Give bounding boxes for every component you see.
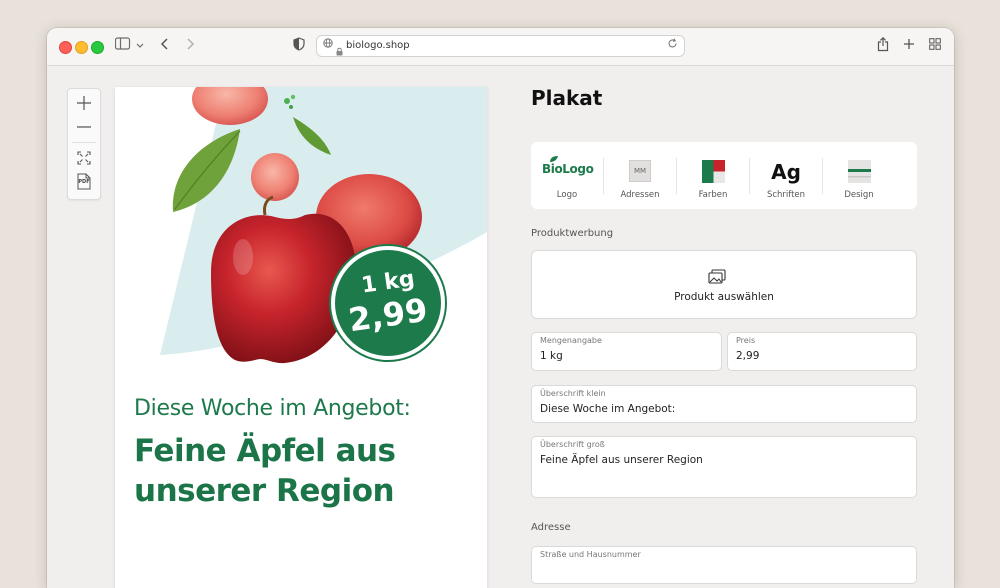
pdf-export-icon[interactable]: PDF bbox=[68, 173, 100, 194]
quantity-value: 1 kg bbox=[540, 350, 563, 362]
poster-artwork bbox=[160, 87, 487, 364]
zoom-toolbar: PDF bbox=[67, 88, 101, 200]
headline-big-label: Überschrift groß bbox=[540, 440, 605, 449]
pdf-label: PDF bbox=[78, 179, 90, 185]
asset-design[interactable]: Design bbox=[823, 142, 895, 209]
address-section-label: Adresse bbox=[531, 522, 571, 533]
back-button[interactable] bbox=[160, 37, 170, 56]
price-field[interactable]: Preis 2,99 bbox=[727, 332, 917, 371]
price-label: Preis bbox=[736, 336, 756, 345]
zoom-in-button[interactable] bbox=[68, 95, 100, 115]
fit-to-screen-icon[interactable] bbox=[68, 150, 100, 169]
browser-window: biologo.shop PDF 1 kg 2,99 Diese Woche i… bbox=[47, 28, 954, 588]
quantity-field[interactable]: Mengenangabe 1 kg bbox=[531, 332, 722, 371]
new-tab-icon[interactable] bbox=[903, 37, 915, 55]
sidebar-toggle-icon[interactable] bbox=[114, 37, 131, 56]
apple-small bbox=[251, 153, 299, 201]
images-icon bbox=[708, 269, 726, 284]
street-label: Straße und Hausnummer bbox=[540, 550, 641, 559]
minimize-window-button[interactable] bbox=[75, 41, 88, 54]
zoom-out-button[interactable] bbox=[68, 119, 100, 139]
headline-small-field[interactable]: Überschrift klein Diese Woche im Angebot… bbox=[531, 385, 917, 423]
browser-toolbar: biologo.shop bbox=[47, 28, 954, 66]
asset-schriften-label: Schriften bbox=[766, 190, 806, 200]
headline-big-field[interactable]: Überschrift groß Feine Äpfel aus unserer… bbox=[531, 436, 917, 498]
biologo-logo: BioLogo bbox=[542, 162, 594, 176]
design-template-icon bbox=[848, 160, 871, 183]
quantity-label: Mengenangabe bbox=[540, 336, 602, 345]
asset-schriften[interactable]: Ag Schriften bbox=[750, 142, 822, 209]
asset-farben-label: Farben bbox=[698, 190, 728, 200]
price-value: 2,99 bbox=[736, 350, 760, 362]
panel-title: Plakat bbox=[531, 86, 603, 110]
select-product-button[interactable]: Produkt auswählen bbox=[531, 250, 917, 319]
privacy-shield-icon[interactable] bbox=[293, 37, 305, 56]
asset-farben[interactable]: Farben bbox=[677, 142, 749, 209]
poster-preview: 1 kg 2,99 Diese Woche im Angebot: Feine … bbox=[115, 87, 487, 588]
fullscreen-window-button[interactable] bbox=[91, 41, 104, 54]
forward-button[interactable] bbox=[185, 37, 195, 56]
logo-leaf-icon bbox=[550, 156, 558, 162]
reload-icon[interactable] bbox=[667, 38, 678, 52]
font-sample-glyph: Ag bbox=[771, 160, 801, 184]
headline-small-value: Diese Woche im Angebot: bbox=[540, 403, 676, 415]
headline-big-value: Feine Äpfel aus unserer Region bbox=[540, 454, 703, 466]
poster-headline-small: Diese Woche im Angebot: bbox=[134, 396, 411, 421]
poster-headline-line1: Feine Äpfel aus bbox=[134, 433, 396, 469]
zoom-divider bbox=[72, 142, 96, 143]
url-text: biologo.shop bbox=[346, 40, 410, 51]
globe-icon bbox=[323, 38, 333, 51]
poster-headline-line2: unserer Region bbox=[134, 473, 395, 509]
product-section-label: Produktwerbung bbox=[531, 228, 614, 239]
share-icon[interactable] bbox=[877, 36, 889, 57]
close-window-button[interactable] bbox=[59, 41, 72, 54]
lock-icon bbox=[336, 41, 343, 60]
chevron-down-icon[interactable] bbox=[136, 39, 144, 57]
asset-logo-label: Logo bbox=[556, 190, 578, 200]
price-badge: 1 kg 2,99 bbox=[331, 246, 445, 360]
tab-overview-icon[interactable] bbox=[929, 37, 941, 55]
poster-headline-big: Feine Äpfel aus unserer Region bbox=[134, 431, 474, 511]
color-swatch-icon bbox=[702, 160, 725, 183]
street-field[interactable]: Straße und Hausnummer bbox=[531, 546, 917, 584]
asset-design-label: Design bbox=[844, 190, 874, 200]
asset-logo[interactable]: BioLogo Logo bbox=[531, 142, 603, 209]
select-product-label: Produkt auswählen bbox=[674, 291, 774, 303]
headline-small-label: Überschrift klein bbox=[540, 389, 606, 398]
asset-bar: BioLogo Logo MM Adressen Farben Ag Schri… bbox=[531, 142, 917, 209]
address-bar[interactable]: biologo.shop bbox=[316, 35, 685, 57]
asset-adressen-label: Adressen bbox=[620, 190, 660, 200]
asset-adressen[interactable]: MM Adressen bbox=[604, 142, 676, 209]
adressen-thumbnail: MM bbox=[629, 160, 651, 182]
